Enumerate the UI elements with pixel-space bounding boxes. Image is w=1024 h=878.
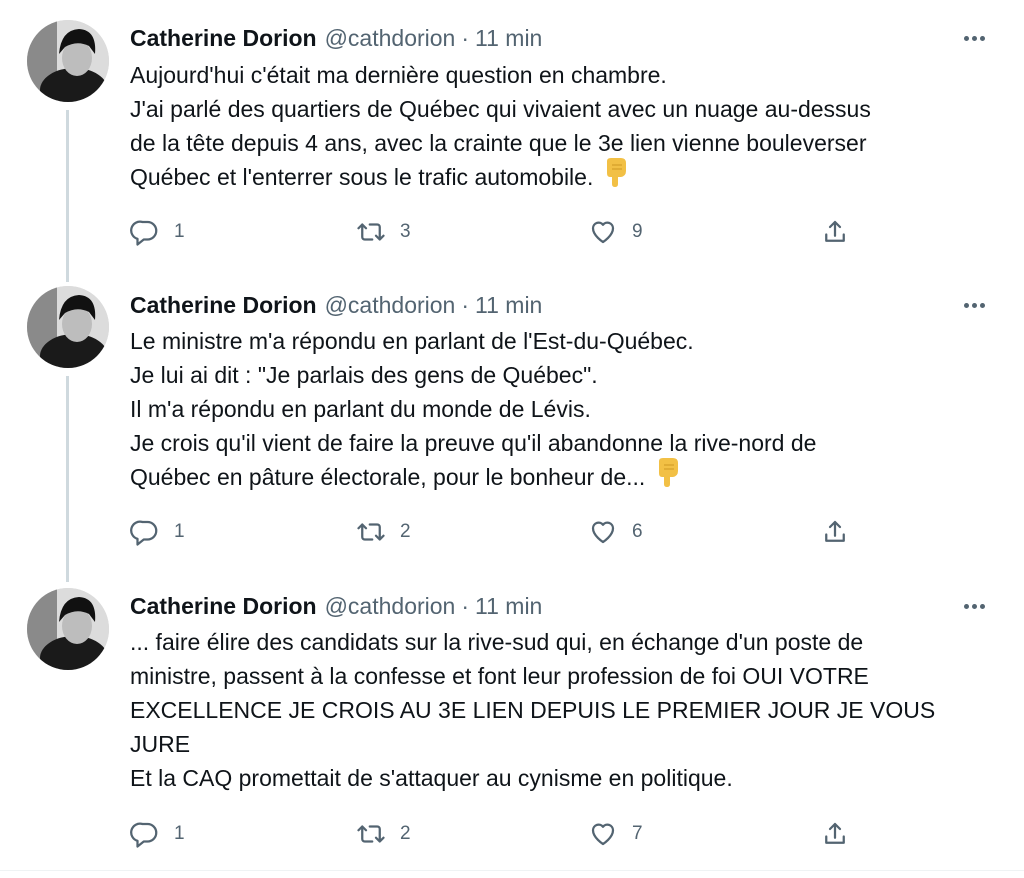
tweet-text: Le ministre m'a répondu en parlant de l'… <box>130 324 1010 496</box>
tweet-actions: 1 2 7 <box>0 814 1024 854</box>
like-button[interactable]: 7 <box>588 814 643 854</box>
tweet-actions: 1 2 6 <box>0 512 1024 552</box>
heart-icon <box>591 221 615 244</box>
retweet-count: 3 <box>400 221 411 242</box>
more-options-icon[interactable] <box>956 591 992 621</box>
share-button[interactable] <box>820 814 850 854</box>
tweet-text-line: ministre, passent à la confesse et font … <box>130 663 869 689</box>
tweet-actions: 1 3 9 <box>0 212 1024 252</box>
pointing-down-emoji-icon <box>655 457 681 496</box>
tweet-text-line: Québec et l'enterrer sous le trafic auto… <box>130 164 594 190</box>
share-button[interactable] <box>820 212 850 252</box>
retweet-button[interactable]: 2 <box>356 814 411 854</box>
tweet-text-line: ... faire élire des candidats sur la riv… <box>130 629 864 655</box>
retweet-icon <box>357 223 385 241</box>
tweet-header: Catherine Dorion @cathdorion · 11 min <box>130 23 542 53</box>
reply-icon <box>130 220 158 246</box>
pointing-down-emoji-icon <box>603 157 629 196</box>
more-options-icon[interactable] <box>956 290 992 320</box>
tweet-text-line: Je lui ai dit : "Je parlais des gens de … <box>130 362 598 388</box>
author-handle[interactable]: @cathdorion <box>325 292 456 319</box>
share-button[interactable] <box>820 512 850 552</box>
author-name[interactable]: Catherine Dorion <box>130 25 317 52</box>
tweet-text-line: J'ai parlé des quartiers de Québec qui v… <box>130 96 871 122</box>
tweet-text-line: Le ministre m'a répondu en parlant de l'… <box>130 328 694 354</box>
tweet[interactable]: Catherine Dorion @cathdorion · 11 min Le… <box>0 270 1024 570</box>
reply-count: 1 <box>174 521 185 542</box>
reply-icon <box>130 822 158 848</box>
like-count: 6 <box>632 521 643 542</box>
timestamp[interactable]: 11 min <box>475 593 542 620</box>
like-count: 9 <box>632 221 643 242</box>
retweet-icon <box>357 825 385 843</box>
author-name[interactable]: Catherine Dorion <box>130 593 317 620</box>
tweet[interactable]: Catherine Dorion @cathdorion · 11 min Au… <box>0 0 1024 270</box>
author-name[interactable]: Catherine Dorion <box>130 292 317 319</box>
bottom-divider <box>0 870 1024 871</box>
separator-dot: · <box>461 291 470 318</box>
retweet-button[interactable]: 3 <box>356 212 411 252</box>
avatar[interactable] <box>27 20 109 102</box>
tweet-text: ... faire élire des candidats sur la riv… <box>130 625 1010 795</box>
retweet-count: 2 <box>400 521 411 542</box>
tweet[interactable]: Catherine Dorion @cathdorion · 11 min ..… <box>0 570 1024 870</box>
reply-button[interactable]: 1 <box>130 212 185 252</box>
tweet-text-line: Québec en pâture électorale, pour le bon… <box>130 464 646 490</box>
share-icon <box>825 822 845 844</box>
retweet-button[interactable]: 2 <box>356 512 411 552</box>
tweet-header: Catherine Dorion @cathdorion · 11 min <box>130 290 542 320</box>
heart-icon <box>591 823 615 846</box>
tweet-text-line: JURE <box>130 731 191 757</box>
retweet-count: 2 <box>400 823 411 844</box>
heart-icon <box>591 521 615 544</box>
author-handle[interactable]: @cathdorion <box>325 25 456 52</box>
tweet-text-line: EXCELLENCE JE CROIS AU 3E LIEN DEPUIS LE… <box>130 697 936 723</box>
share-icon <box>825 520 845 542</box>
reply-button[interactable]: 1 <box>130 814 185 854</box>
reply-icon <box>130 520 158 546</box>
separator-dot: · <box>461 24 470 51</box>
reply-count: 1 <box>174 823 185 844</box>
tweet-text: Aujourd'hui c'était ma dernière question… <box>130 58 1010 196</box>
more-options-icon[interactable] <box>956 23 992 53</box>
retweet-icon <box>357 523 385 541</box>
avatar[interactable] <box>27 286 109 368</box>
like-count: 7 <box>632 823 643 844</box>
tweet-header: Catherine Dorion @cathdorion · 11 min <box>130 591 542 621</box>
like-button[interactable]: 6 <box>588 512 643 552</box>
avatar-photo <box>27 286 109 368</box>
reply-count: 1 <box>174 221 185 242</box>
like-button[interactable]: 9 <box>588 212 643 252</box>
author-handle[interactable]: @cathdorion <box>325 593 456 620</box>
share-icon <box>825 220 845 242</box>
avatar-photo <box>27 588 109 670</box>
tweet-text-line: de la tête depuis 4 ans, avec la crainte… <box>130 130 867 156</box>
tweet-text-line: Et la CAQ promettait de s'attaquer au cy… <box>130 765 733 791</box>
tweet-text-line: Il m'a répondu en parlant du monde de Lé… <box>130 396 591 422</box>
timestamp[interactable]: 11 min <box>475 25 542 52</box>
avatar[interactable] <box>27 588 109 670</box>
tweet-text-line: Aujourd'hui c'était ma dernière question… <box>130 62 667 88</box>
timestamp[interactable]: 11 min <box>475 292 542 319</box>
separator-dot: · <box>461 592 470 619</box>
reply-button[interactable]: 1 <box>130 512 185 552</box>
avatar-photo <box>27 20 109 102</box>
tweet-text-line: Je crois qu'il vient de faire la preuve … <box>130 430 817 456</box>
